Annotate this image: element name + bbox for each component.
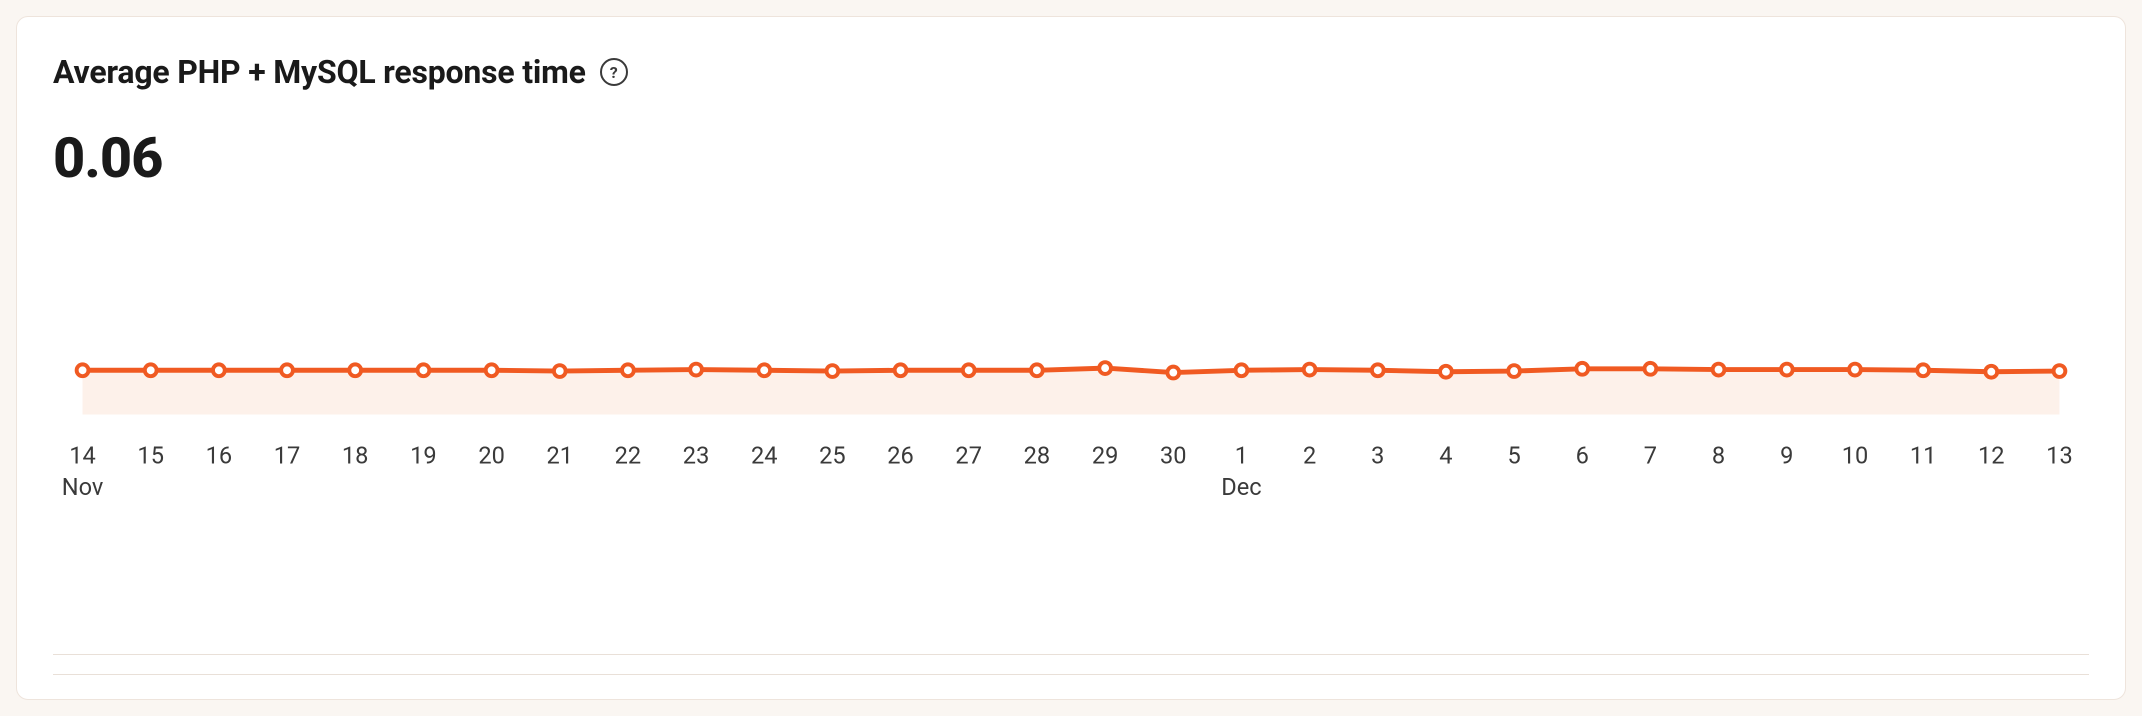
x-axis: 1415161718192021222324252627282930123456… bbox=[69, 442, 2072, 470]
chart-point[interactable] bbox=[690, 364, 702, 376]
chart-point[interactable] bbox=[622, 364, 634, 376]
x-tick-label: 16 bbox=[206, 442, 233, 470]
divider bbox=[53, 674, 2089, 675]
x-tick-label: 28 bbox=[1024, 442, 1051, 470]
chart-point[interactable] bbox=[1440, 366, 1452, 378]
chart-point[interactable] bbox=[281, 364, 293, 376]
chart-point[interactable] bbox=[1372, 364, 1384, 376]
help-glyph: ? bbox=[610, 63, 618, 82]
x-tick-label: 10 bbox=[1842, 442, 1869, 470]
chart-point[interactable] bbox=[418, 364, 430, 376]
x-tick-label: 6 bbox=[1576, 442, 1589, 470]
x-tick-label: 24 bbox=[751, 442, 778, 470]
x-tick-label: 20 bbox=[478, 442, 505, 470]
month-label: Nov bbox=[62, 473, 104, 501]
chart-point[interactable] bbox=[1985, 366, 1997, 378]
chart-point[interactable] bbox=[1167, 367, 1179, 379]
x-tick-label: 5 bbox=[1507, 442, 1520, 470]
metric-card: Average PHP + MySQL response time ? 0.06… bbox=[16, 16, 2126, 700]
x-tick-label: 9 bbox=[1780, 442, 1793, 470]
x-tick-label: 14 bbox=[69, 442, 96, 470]
card-header: Average PHP + MySQL response time ? bbox=[53, 53, 2089, 91]
chart-point[interactable] bbox=[1031, 364, 1043, 376]
x-axis-months: Nov Dec bbox=[62, 473, 1262, 501]
x-tick-label: 13 bbox=[2046, 442, 2073, 470]
x-tick-label: 22 bbox=[615, 442, 642, 470]
x-tick-label: 30 bbox=[1160, 442, 1187, 470]
x-tick-label: 2 bbox=[1303, 442, 1316, 470]
chart-point[interactable] bbox=[554, 365, 566, 377]
x-tick-label: 4 bbox=[1439, 442, 1452, 470]
chart-point[interactable] bbox=[1644, 363, 1656, 375]
chart-point[interactable] bbox=[486, 364, 498, 376]
x-tick-label: 12 bbox=[1978, 442, 2005, 470]
chart-point[interactable] bbox=[1236, 364, 1248, 376]
chart-point[interactable] bbox=[1849, 364, 1861, 376]
metric-value: 0.06 bbox=[53, 125, 2089, 191]
chart-point[interactable] bbox=[895, 364, 907, 376]
x-tick-label: 8 bbox=[1712, 442, 1725, 470]
chart-point[interactable] bbox=[145, 364, 157, 376]
x-tick-label: 3 bbox=[1371, 442, 1384, 470]
x-tick-label: 17 bbox=[274, 442, 301, 470]
chart-point[interactable] bbox=[77, 364, 89, 376]
chart-point[interactable] bbox=[1304, 364, 1316, 376]
chart-point[interactable] bbox=[1099, 362, 1111, 374]
chart-point[interactable] bbox=[349, 364, 361, 376]
chart-svg: 1415161718192021222324252627282930123456… bbox=[53, 267, 2089, 523]
chart-point[interactable] bbox=[1713, 364, 1725, 376]
chart-point[interactable] bbox=[1781, 364, 1793, 376]
chart-point[interactable] bbox=[963, 364, 975, 376]
chart-point[interactable] bbox=[1508, 365, 1520, 377]
x-tick-label: 7 bbox=[1644, 442, 1657, 470]
x-tick-label: 1 bbox=[1235, 442, 1248, 470]
chart-point[interactable] bbox=[2054, 365, 2066, 377]
x-tick-label: 19 bbox=[410, 442, 437, 470]
x-tick-label: 18 bbox=[342, 442, 369, 470]
chart-point[interactable] bbox=[758, 364, 770, 376]
x-tick-label: 21 bbox=[546, 442, 573, 470]
chart: 1415161718192021222324252627282930123456… bbox=[53, 267, 2089, 523]
chart-point[interactable] bbox=[826, 365, 838, 377]
chart-point[interactable] bbox=[1576, 363, 1588, 375]
x-tick-label: 25 bbox=[819, 442, 846, 470]
divider bbox=[53, 654, 2089, 655]
card-title: Average PHP + MySQL response time bbox=[53, 53, 586, 91]
x-tick-label: 15 bbox=[137, 442, 164, 470]
chart-area bbox=[83, 368, 2060, 414]
x-tick-label: 23 bbox=[683, 442, 710, 470]
chart-point[interactable] bbox=[213, 364, 225, 376]
x-tick-label: 26 bbox=[887, 442, 914, 470]
help-icon[interactable]: ? bbox=[600, 58, 628, 86]
month-label: Dec bbox=[1221, 473, 1261, 501]
x-tick-label: 29 bbox=[1092, 442, 1119, 470]
chart-point[interactable] bbox=[1917, 364, 1929, 376]
x-tick-label: 11 bbox=[1910, 442, 1937, 470]
x-tick-label: 27 bbox=[955, 442, 982, 470]
